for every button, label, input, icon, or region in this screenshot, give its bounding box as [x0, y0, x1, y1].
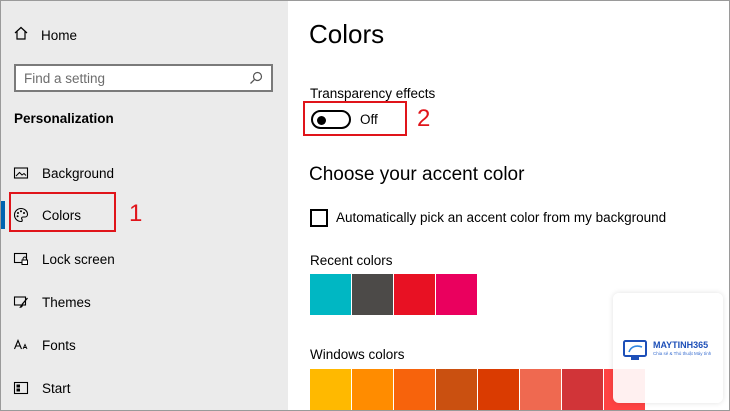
sidebar-item-label: Start — [42, 380, 71, 396]
sidebar-item-label: Background — [42, 165, 115, 181]
search-icon[interactable] — [249, 71, 263, 85]
sidebar-item-label: Fonts — [42, 337, 76, 353]
font-icon — [13, 337, 29, 353]
windows-color-swatch-5[interactable] — [478, 369, 519, 410]
sidebar-item-lock-screen[interactable]: Lock screen — [13, 244, 273, 274]
windows-colors-row — [310, 369, 645, 410]
lock-screen-icon — [13, 251, 29, 267]
settings-window: Home Personalization Background Colors — [0, 0, 730, 411]
search-input[interactable] — [24, 70, 249, 86]
home-label: Home — [41, 27, 78, 43]
brush-icon — [13, 294, 29, 310]
page-title: Colors — [309, 19, 385, 49]
home-icon — [13, 25, 29, 46]
sidebar-item-background[interactable]: Background — [13, 158, 273, 188]
windows-color-swatch-2[interactable] — [352, 369, 393, 410]
recent-colors-label: Recent colors — [310, 253, 393, 268]
annotation-box-colors — [9, 192, 116, 232]
sidebar-item-label: Themes — [42, 294, 91, 310]
watermark-tagline: Chia sẻ & Thủ thuật Máy tính — [653, 351, 712, 356]
sidebar-item-start[interactable]: Start — [13, 373, 273, 403]
auto-pick-checkbox[interactable] — [310, 209, 328, 227]
sidebar: Home Personalization Background Colors — [1, 1, 288, 410]
sidebar-item-label: Lock screen — [42, 251, 115, 267]
sidebar-item-fonts[interactable]: Fonts — [13, 330, 273, 360]
accent-heading: Choose your accent color — [309, 164, 525, 185]
recent-color-swatch-3[interactable] — [394, 274, 435, 315]
maytinh-logo-icon — [623, 340, 647, 360]
sidebar-item-themes[interactable]: Themes — [13, 287, 273, 317]
auto-pick-label[interactable]: Automatically pick an accent color from … — [336, 210, 666, 225]
transparency-label: Transparency effects — [310, 86, 436, 101]
section-title: Personalization — [14, 111, 114, 126]
windows-color-swatch-6[interactable] — [520, 369, 561, 410]
active-indicator — [1, 201, 5, 229]
annotation-box-toggle — [303, 101, 407, 136]
annotation-number-2: 2 — [417, 105, 431, 132]
annotation-number-1: 1 — [129, 200, 143, 227]
start-icon — [13, 380, 29, 396]
picture-icon — [13, 165, 29, 181]
windows-color-swatch-7[interactable] — [562, 369, 603, 410]
home-nav-item[interactable]: Home — [13, 23, 77, 47]
recent-color-swatch-4[interactable] — [436, 274, 477, 315]
recent-colors-row — [310, 274, 477, 315]
windows-color-swatch-1[interactable] — [310, 369, 351, 410]
windows-colors-label: Windows colors — [310, 347, 405, 362]
recent-color-swatch-2[interactable] — [352, 274, 393, 315]
search-box[interactable] — [14, 64, 273, 92]
watermark-brand: MAYTINH365 — [653, 340, 709, 350]
recent-color-swatch-1[interactable] — [310, 274, 351, 315]
windows-color-swatch-4[interactable] — [436, 369, 477, 410]
windows-color-swatch-3[interactable] — [394, 369, 435, 410]
watermark-card: MAYTINH365 Chia sẻ & Thủ thuật Máy tính — [613, 293, 723, 403]
